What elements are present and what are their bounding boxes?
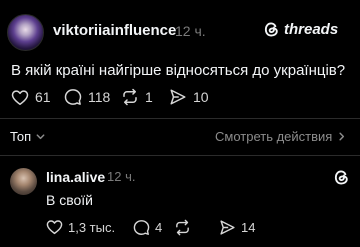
replies-sort-bar: Топ Смотреть действия <box>0 118 360 155</box>
threads-brand: threads <box>263 21 338 38</box>
view-activity-label: Смотреть действия <box>215 129 333 144</box>
reply-text: В своїй <box>46 192 94 208</box>
post-timestamp: 12 ч. <box>175 23 206 39</box>
post-username[interactable]: viktoriiainfluence <box>53 22 176 39</box>
heart-icon <box>46 219 63 235</box>
share-button[interactable]: 14 <box>219 218 255 236</box>
reply-timestamp: 12 ч. <box>107 169 136 184</box>
comment-icon <box>133 219 150 236</box>
post-text: В якій країні найгірше відносяться до ук… <box>11 62 346 79</box>
view-activity-link[interactable]: Смотреть действия <box>215 129 347 144</box>
avatar[interactable] <box>10 168 37 195</box>
sort-label: Топ <box>10 129 32 144</box>
sort-dropdown[interactable]: Топ <box>10 129 46 144</box>
avatar[interactable] <box>7 14 44 51</box>
like-button[interactable]: 1,3 тыс. <box>46 218 115 236</box>
repost-count: 1 <box>145 89 153 105</box>
threads-logo-icon <box>333 169 350 186</box>
reply-button[interactable]: 118 <box>64 88 110 106</box>
repost-button[interactable]: 1 <box>121 88 153 106</box>
reply-count: 118 <box>88 89 111 105</box>
chevron-down-icon <box>35 131 46 142</box>
threads-wordmark: threads <box>284 21 339 38</box>
reply-count: 4 <box>155 219 163 235</box>
share-count: 14 <box>241 219 256 235</box>
like-count: 61 <box>35 89 51 105</box>
reply-button[interactable]: 4 <box>133 218 162 236</box>
comment-icon <box>64 88 82 106</box>
repost-icon <box>174 219 191 236</box>
share-button[interactable]: 10 <box>169 88 209 106</box>
like-button[interactable]: 61 <box>11 88 51 106</box>
reply-post: lina.alive 12 ч. В своїй 1,3 тыс. 4 14 <box>0 156 360 247</box>
like-count: 1,3 тыс. <box>68 219 116 235</box>
repost-button[interactable] <box>174 218 196 236</box>
reply-username[interactable]: lina.alive <box>46 169 105 185</box>
main-post: viktoriiainfluence 12 ч. threads В якій … <box>0 0 360 118</box>
repost-icon <box>121 88 139 106</box>
share-icon <box>169 88 187 106</box>
share-icon <box>219 219 236 236</box>
heart-icon <box>11 89 29 106</box>
share-count: 10 <box>193 89 209 105</box>
threads-logo-icon <box>263 21 280 38</box>
chevron-right-icon <box>336 131 347 142</box>
